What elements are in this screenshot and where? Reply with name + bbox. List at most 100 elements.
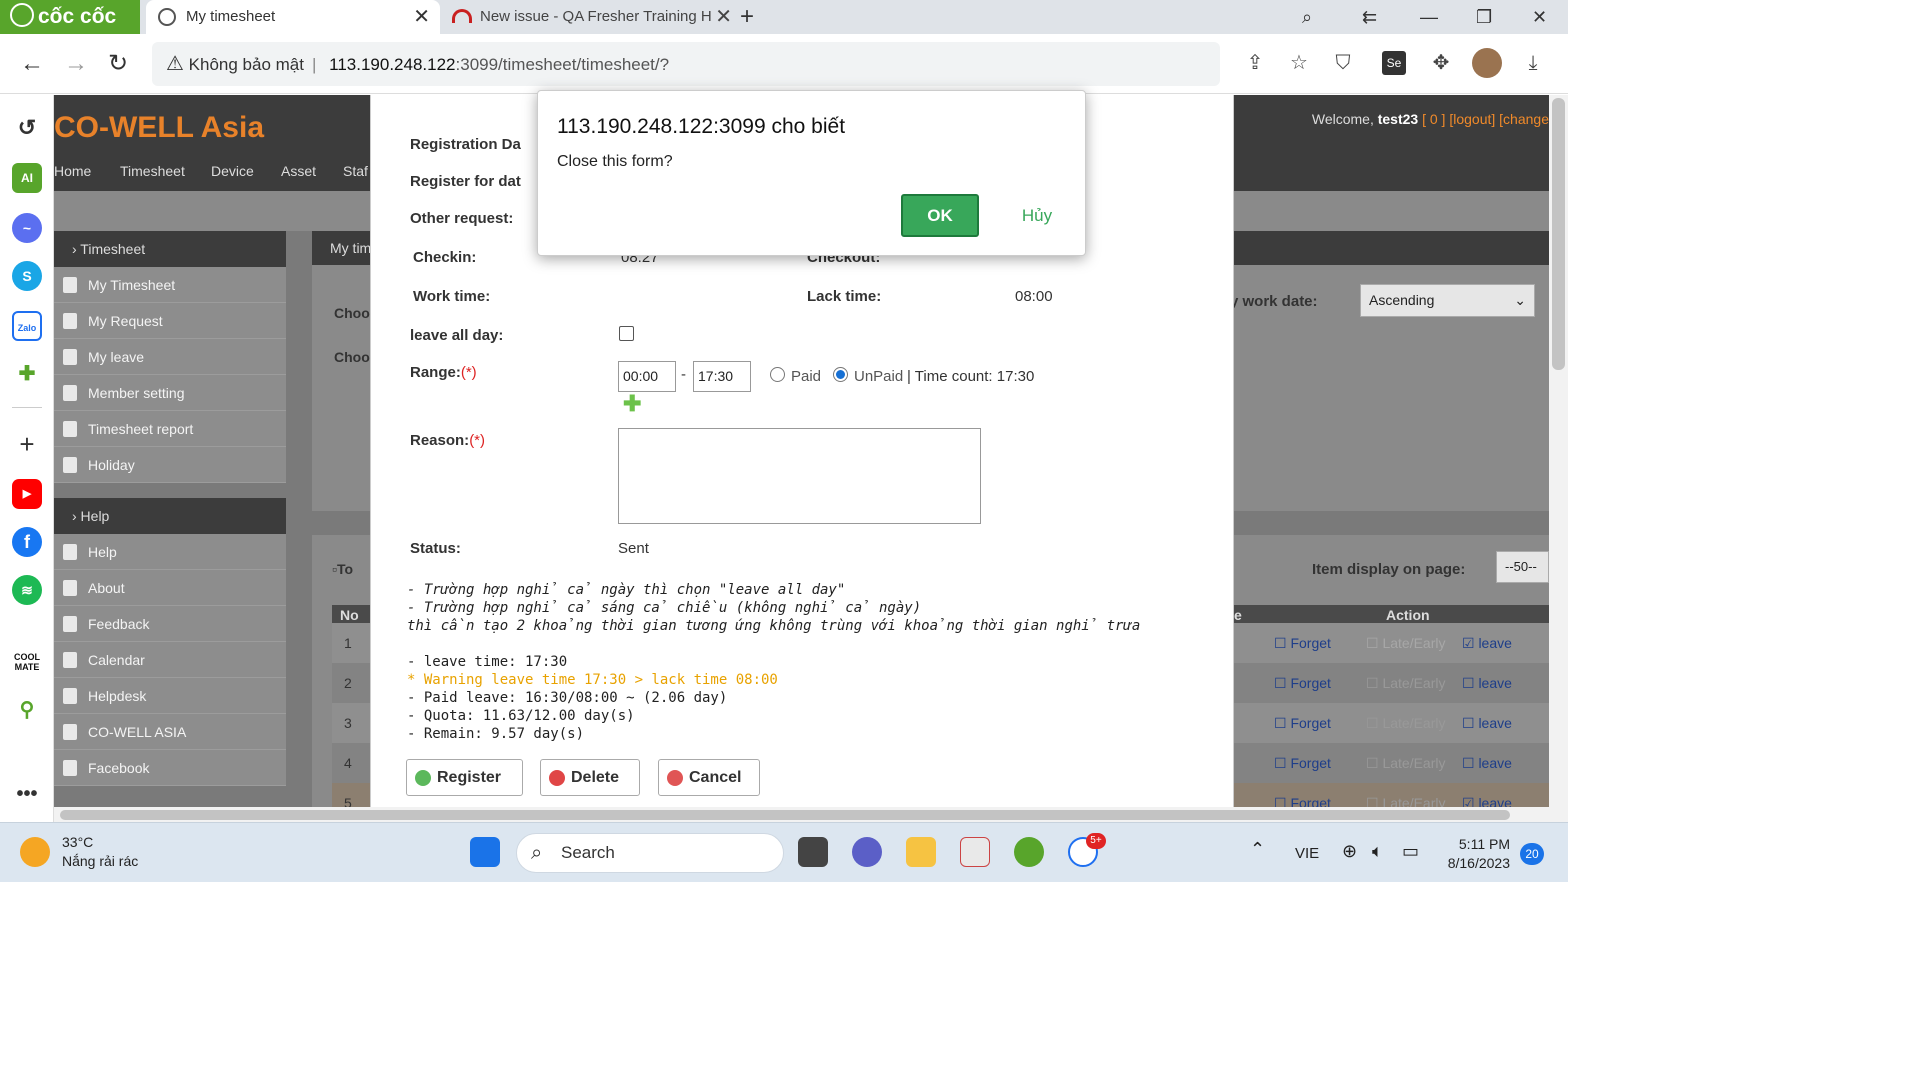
nav-home[interactable]: Home [54,159,91,183]
download-icon[interactable]: ⤓ [1518,48,1548,78]
spotify-icon[interactable]: ≋ [12,575,42,605]
chevron-up-icon[interactable]: ⌃ [1250,839,1265,860]
tab-new-issue[interactable]: New issue - QA Fresher Training H ✕ [446,0,736,34]
leave-all-day-checkbox[interactable] [619,326,634,341]
forget-link[interactable]: ☐ Forget [1274,715,1331,732]
forget-link[interactable]: ☐ Forget [1274,795,1331,807]
new-tab-icon[interactable]: + [740,0,754,34]
notification-badge[interactable]: 20 [1520,843,1544,865]
coccoc-map-icon[interactable]: ⚲ [12,695,42,725]
facebook-icon[interactable]: f [12,527,42,557]
menu-head-timesheet[interactable]: › Timesheet [54,231,286,267]
late-early-link[interactable]: ☐ Late/Early [1366,795,1445,807]
logout-link[interactable]: [logout] [1449,111,1495,127]
messenger-icon[interactable]: ~ [12,213,42,243]
share-icon[interactable]: ⇪ [1240,48,1270,78]
late-early-link[interactable]: ☐ Late/Early [1366,635,1445,652]
coccoc-logo[interactable]: cốc cốc [0,0,140,34]
cancel-button[interactable]: Cancel [658,759,760,796]
forward-icon[interactable]: → [64,34,88,94]
skype-icon[interactable]: S [12,261,42,291]
restore-icon[interactable]: ❐ [1476,0,1492,34]
register-button[interactable]: Register [406,759,523,796]
vertical-scroll-thumb[interactable] [1552,98,1565,370]
ok-button[interactable]: OK [901,194,979,237]
nav-asset[interactable]: Asset [281,159,316,183]
history-icon[interactable]: ↺ [12,113,42,143]
tab-search-icon[interactable]: ⌕ [1302,0,1312,34]
leave-link[interactable]: ☐ leave [1462,715,1512,732]
leave-link[interactable]: ☑ leave [1462,795,1512,807]
menu-holiday[interactable]: Holiday [54,447,286,483]
taskbar-search[interactable]: ⌕ Search [516,833,784,873]
volume-icon[interactable]: 🔈︎ [1372,841,1383,862]
weather-widget[interactable]: 33°C Nắng rải rác [20,833,138,871]
late-early-link[interactable]: ☐ Late/Early [1366,755,1445,772]
forget-link[interactable]: ☐ Forget [1274,675,1331,692]
range-from-input[interactable]: 00:00 [618,361,676,392]
zalo-icon[interactable]: Zalo [12,311,42,341]
forget-link[interactable]: ☐ Forget [1274,755,1331,772]
leave-link[interactable]: ☑ leave [1462,635,1512,652]
menu-member-setting[interactable]: Member setting [54,375,286,411]
close-tab-icon[interactable]: ✕ [715,0,732,34]
nav-staff[interactable]: Staf [343,159,368,183]
bookmark-star-icon[interactable]: ☆ [1284,48,1314,78]
task-view-icon[interactable] [798,837,828,867]
change-link[interactable]: [change [1499,111,1549,127]
menu-feedback[interactable]: Feedback [54,606,286,642]
snipping-tool-icon[interactable] [960,837,990,867]
items-per-page-select[interactable]: --50-- [1496,551,1549,583]
clock[interactable]: 5:11 PM 8/16/2023 [1446,835,1510,873]
close-window-icon[interactable]: ✕ [1532,0,1547,34]
extensions-icon[interactable]: ✥ [1426,48,1456,78]
reason-textarea[interactable] [618,428,981,524]
network-icon[interactable]: ⊕ [1342,841,1357,862]
leave-link[interactable]: ☐ leave [1462,755,1512,772]
reload-icon[interactable]: ↻ [108,34,128,94]
menu-help[interactable]: Help [54,534,286,570]
avatar[interactable] [1472,48,1502,78]
file-explorer-icon[interactable] [906,837,936,867]
forget-link[interactable]: ☐ Forget [1274,635,1331,652]
coccoc-taskbar-icon[interactable] [1014,837,1044,867]
battery-icon[interactable]: ▭ [1402,841,1419,862]
site-brand[interactable]: CO-WELL Asia [54,111,264,145]
menu-my-leave[interactable]: My leave [54,339,286,375]
horizontal-scroll-thumb[interactable] [60,810,1510,820]
menu-my-request[interactable]: My Request [54,303,286,339]
menu-head-help[interactable]: › Help [54,498,286,534]
windows-start-icon[interactable] [470,837,500,867]
menu-timesheet-report[interactable]: Timesheet report [54,411,286,447]
security-label[interactable]: Không bảo mật [189,55,304,74]
close-tab-icon[interactable]: ✕ [413,0,430,34]
menu-facebook[interactable]: Facebook [54,750,286,786]
menu-my-timesheet[interactable]: My Timesheet [54,267,286,303]
address-bar[interactable]: ⚠ Không bảo mật | 113.190.248.122:3099/ti… [152,42,1220,86]
game-icon[interactable]: ✚ [12,359,42,389]
language-indicator[interactable]: VIE [1295,845,1319,862]
menu-cowell-asia[interactable]: CO-WELL ASIA [54,714,286,750]
late-early-link[interactable]: ☐ Late/Early [1366,675,1445,692]
more-icon[interactable]: ••• [12,779,42,809]
paid-radio[interactable] [770,367,785,382]
sort-order-select[interactable]: Ascending ⌄ [1360,284,1535,317]
menu-helpdesk[interactable]: Helpdesk [54,678,286,714]
leave-link[interactable]: ☐ leave [1462,675,1512,692]
tab-my-timesheet[interactable]: My timesheet ✕ [146,0,440,34]
add-range-icon[interactable]: ✚ [623,393,641,415]
dialog-cancel-button[interactable]: Hủy [998,194,1076,237]
teams-icon[interactable] [852,837,882,867]
range-to-input[interactable]: 17:30 [693,361,751,392]
menu-about[interactable]: About [54,570,286,606]
minimize-icon[interactable]: — [1420,0,1438,34]
counter-link[interactable]: [ 0 ] [1422,111,1445,127]
selenium-extension-icon[interactable]: Se [1382,51,1406,75]
delete-button[interactable]: Delete [540,759,640,796]
ai-icon[interactable]: AI [12,163,42,193]
nav-timesheet[interactable]: Timesheet [120,159,185,183]
add-icon[interactable]: + [12,429,42,459]
coolmate-icon[interactable]: COOL MATE [12,647,42,677]
late-early-link[interactable]: ☐ Late/Early [1366,715,1445,732]
back-icon[interactable]: ← [20,34,44,94]
